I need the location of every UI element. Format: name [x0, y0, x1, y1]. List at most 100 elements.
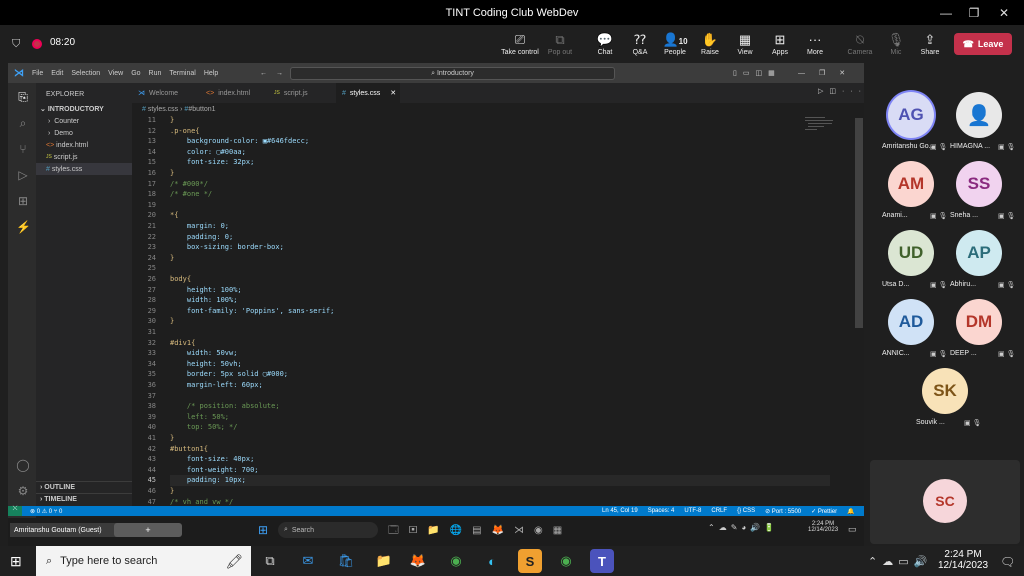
teams-icon[interactable]: T [590, 549, 614, 573]
code-line[interactable]: /* vh and vw */ [170, 497, 233, 505]
code-line[interactable]: /* #000*/ [170, 179, 208, 190]
code-line[interactable]: margin-left: 60px; [170, 380, 263, 391]
sublime-icon[interactable]: S [518, 549, 542, 573]
code-line[interactable]: #button1{ [170, 444, 208, 455]
menu-help[interactable]: Help [204, 70, 218, 77]
command-search[interactable]: ⌕ Introductory [290, 67, 615, 80]
menu-view[interactable]: View [108, 70, 123, 77]
camera-button[interactable]: ⍉ Camera [840, 25, 880, 63]
taskbar-clock[interactable]: 2:24 PM 12/14/2023 [938, 549, 988, 571]
participant-avatar[interactable]: AM [888, 161, 934, 207]
search-icon[interactable]: ⌕ [16, 116, 30, 130]
forward-arrow-icon[interactable]: → [276, 70, 283, 77]
timeline-section[interactable]: › TIMELINE [36, 493, 132, 505]
tree-item-index-html[interactable]: <> index.html [36, 139, 132, 151]
notification-icon[interactable]: 🗨 [1000, 555, 1015, 569]
code-line[interactable]: /* #one */ [170, 189, 212, 200]
tree-item-counter[interactable]: › Counter [36, 115, 132, 127]
code-line[interactable]: font-weight: 700; [170, 465, 259, 476]
task-view-icon[interactable]: ⧉ [258, 549, 282, 573]
code-line[interactable]: height: 50vh; [170, 359, 242, 370]
qa-button[interactable]: ⁇ Q&A [620, 25, 660, 63]
add-button[interactable]: + [114, 523, 182, 537]
extensions-icon[interactable]: ⊞ [16, 194, 30, 208]
code-line[interactable]: left: 50%; [170, 412, 229, 423]
code-line[interactable]: background-color: ▣#646fdecc; [170, 136, 309, 147]
restore-button[interactable]: ❐ [960, 0, 988, 25]
tree-item-script-js[interactable]: JS script.js [36, 151, 132, 163]
code-editor[interactable]: 11} 12 .p-one{13 background-color: ▣#646fd… [132, 115, 852, 505]
code-line[interactable]: padding: 0; [170, 232, 233, 243]
code-line[interactable]: } [170, 316, 174, 327]
share-button[interactable]: ⇪ Share [910, 25, 950, 63]
code-line[interactable]: border: 5px solid ▢#000; [170, 369, 288, 380]
take-control-button[interactable]: ⎚ Take control [500, 25, 540, 63]
windows-start-icon[interactable]: ⊞ [10, 553, 22, 570]
account-icon[interactable]: ◯ [16, 458, 30, 472]
view-button[interactable]: ▦ View [725, 25, 765, 63]
notifications-icon[interactable]: 🔔 [847, 508, 854, 515]
chrome-profile-icon[interactable]: ◉ [554, 549, 578, 573]
more-button[interactable]: ··· More [795, 25, 835, 63]
edge-icon[interactable]: ◐ [480, 549, 504, 573]
people-button[interactable]: 👤10 People [655, 25, 695, 63]
store-icon[interactable]: 🛍 [334, 549, 358, 573]
firefox-icon[interactable]: 🦊 [406, 549, 430, 573]
menu-file[interactable]: File [32, 70, 43, 77]
code-line[interactable]: } [170, 486, 174, 497]
code-line[interactable]: #div1{ [170, 338, 195, 349]
tab-script-js[interactable]: JS script.js [268, 83, 336, 103]
code-line[interactable]: } [170, 253, 174, 264]
tab-welcome[interactable]: ⋊ Welcome [132, 83, 200, 103]
pop-out-button[interactable]: ⧉ Pop out [540, 25, 580, 63]
settings-gear-icon[interactable]: ⚙ [16, 484, 30, 498]
self-video-tile[interactable]: SC [870, 460, 1020, 544]
code-line[interactable]: padding: 10px; [170, 475, 830, 486]
minimize-button[interactable]: — [932, 0, 960, 25]
close-window-button[interactable]: ✕ [990, 0, 1018, 25]
outline-section[interactable]: › OUTLINE [36, 481, 132, 493]
remote-icon[interactable]: ⤬ [8, 506, 22, 516]
raise-hand-button[interactable]: ✋ Raise [690, 25, 730, 63]
layout-icons[interactable]: ▯▭◫▦ [733, 69, 781, 77]
code-line[interactable]: color: ▢#00aa; [170, 147, 246, 158]
code-line[interactable]: } [170, 115, 174, 126]
code-line[interactable]: width: 100%; [170, 295, 238, 306]
menu-selection[interactable]: Selection [71, 70, 100, 77]
code-line[interactable]: top: 50%; */ [170, 422, 238, 433]
run-debug-icon[interactable]: ▷ [16, 168, 30, 182]
menu-terminal[interactable]: Terminal [169, 70, 195, 77]
explorer-icon[interactable]: ⎘ [16, 90, 30, 104]
live-share-icon[interactable]: ⚡ [16, 220, 31, 234]
source-control-icon[interactable]: ⑂ [16, 142, 30, 156]
code-line[interactable]: font-family: 'Poppins', sans-serif; [170, 306, 335, 317]
participant-avatar[interactable]: 👤 [956, 92, 1002, 138]
tree-item-styles-css[interactable]: # styles.css [36, 163, 132, 175]
code-line[interactable]: width: 50vw; [170, 348, 238, 359]
menu-go[interactable]: Go [131, 70, 140, 77]
code-line[interactable]: .p-one{ [170, 126, 200, 137]
code-line[interactable]: } [170, 433, 174, 444]
menu-edit[interactable]: Edit [51, 70, 63, 77]
tab-index-html[interactable]: <> index.html [200, 83, 268, 103]
participant-avatar[interactable]: UD [888, 230, 934, 276]
participant-avatar[interactable]: SS [956, 161, 1002, 207]
menu-run[interactable]: Run [149, 70, 162, 77]
code-line[interactable]: font-size: 32px; [170, 157, 254, 168]
code-line[interactable]: /* position: absolute; [170, 401, 280, 412]
code-line[interactable]: *{ [170, 210, 178, 221]
code-line[interactable]: body{ [170, 274, 191, 285]
code-line[interactable]: font-size: 40px; [170, 454, 254, 465]
apps-button[interactable]: ⊞ Apps [760, 25, 800, 63]
code-line[interactable]: height: 100%; [170, 285, 242, 296]
participant-avatar[interactable]: AP [956, 230, 1002, 276]
leave-button[interactable]: ☎ Leave [954, 33, 1012, 55]
folder-header[interactable]: ⌄ INTRODUCTORY [36, 103, 132, 115]
minimap[interactable] [800, 115, 855, 185]
editor-scrollbar[interactable] [855, 118, 863, 328]
mail-icon[interactable]: ✉ [296, 549, 320, 573]
tray-icons[interactable]: ⌃☁▭🔊 [868, 555, 932, 568]
chat-button[interactable]: 💬 Chat [585, 25, 625, 63]
code-line[interactable]: margin: 0; [170, 221, 229, 232]
code-line[interactable]: box-sizing: border-box; [170, 242, 284, 253]
